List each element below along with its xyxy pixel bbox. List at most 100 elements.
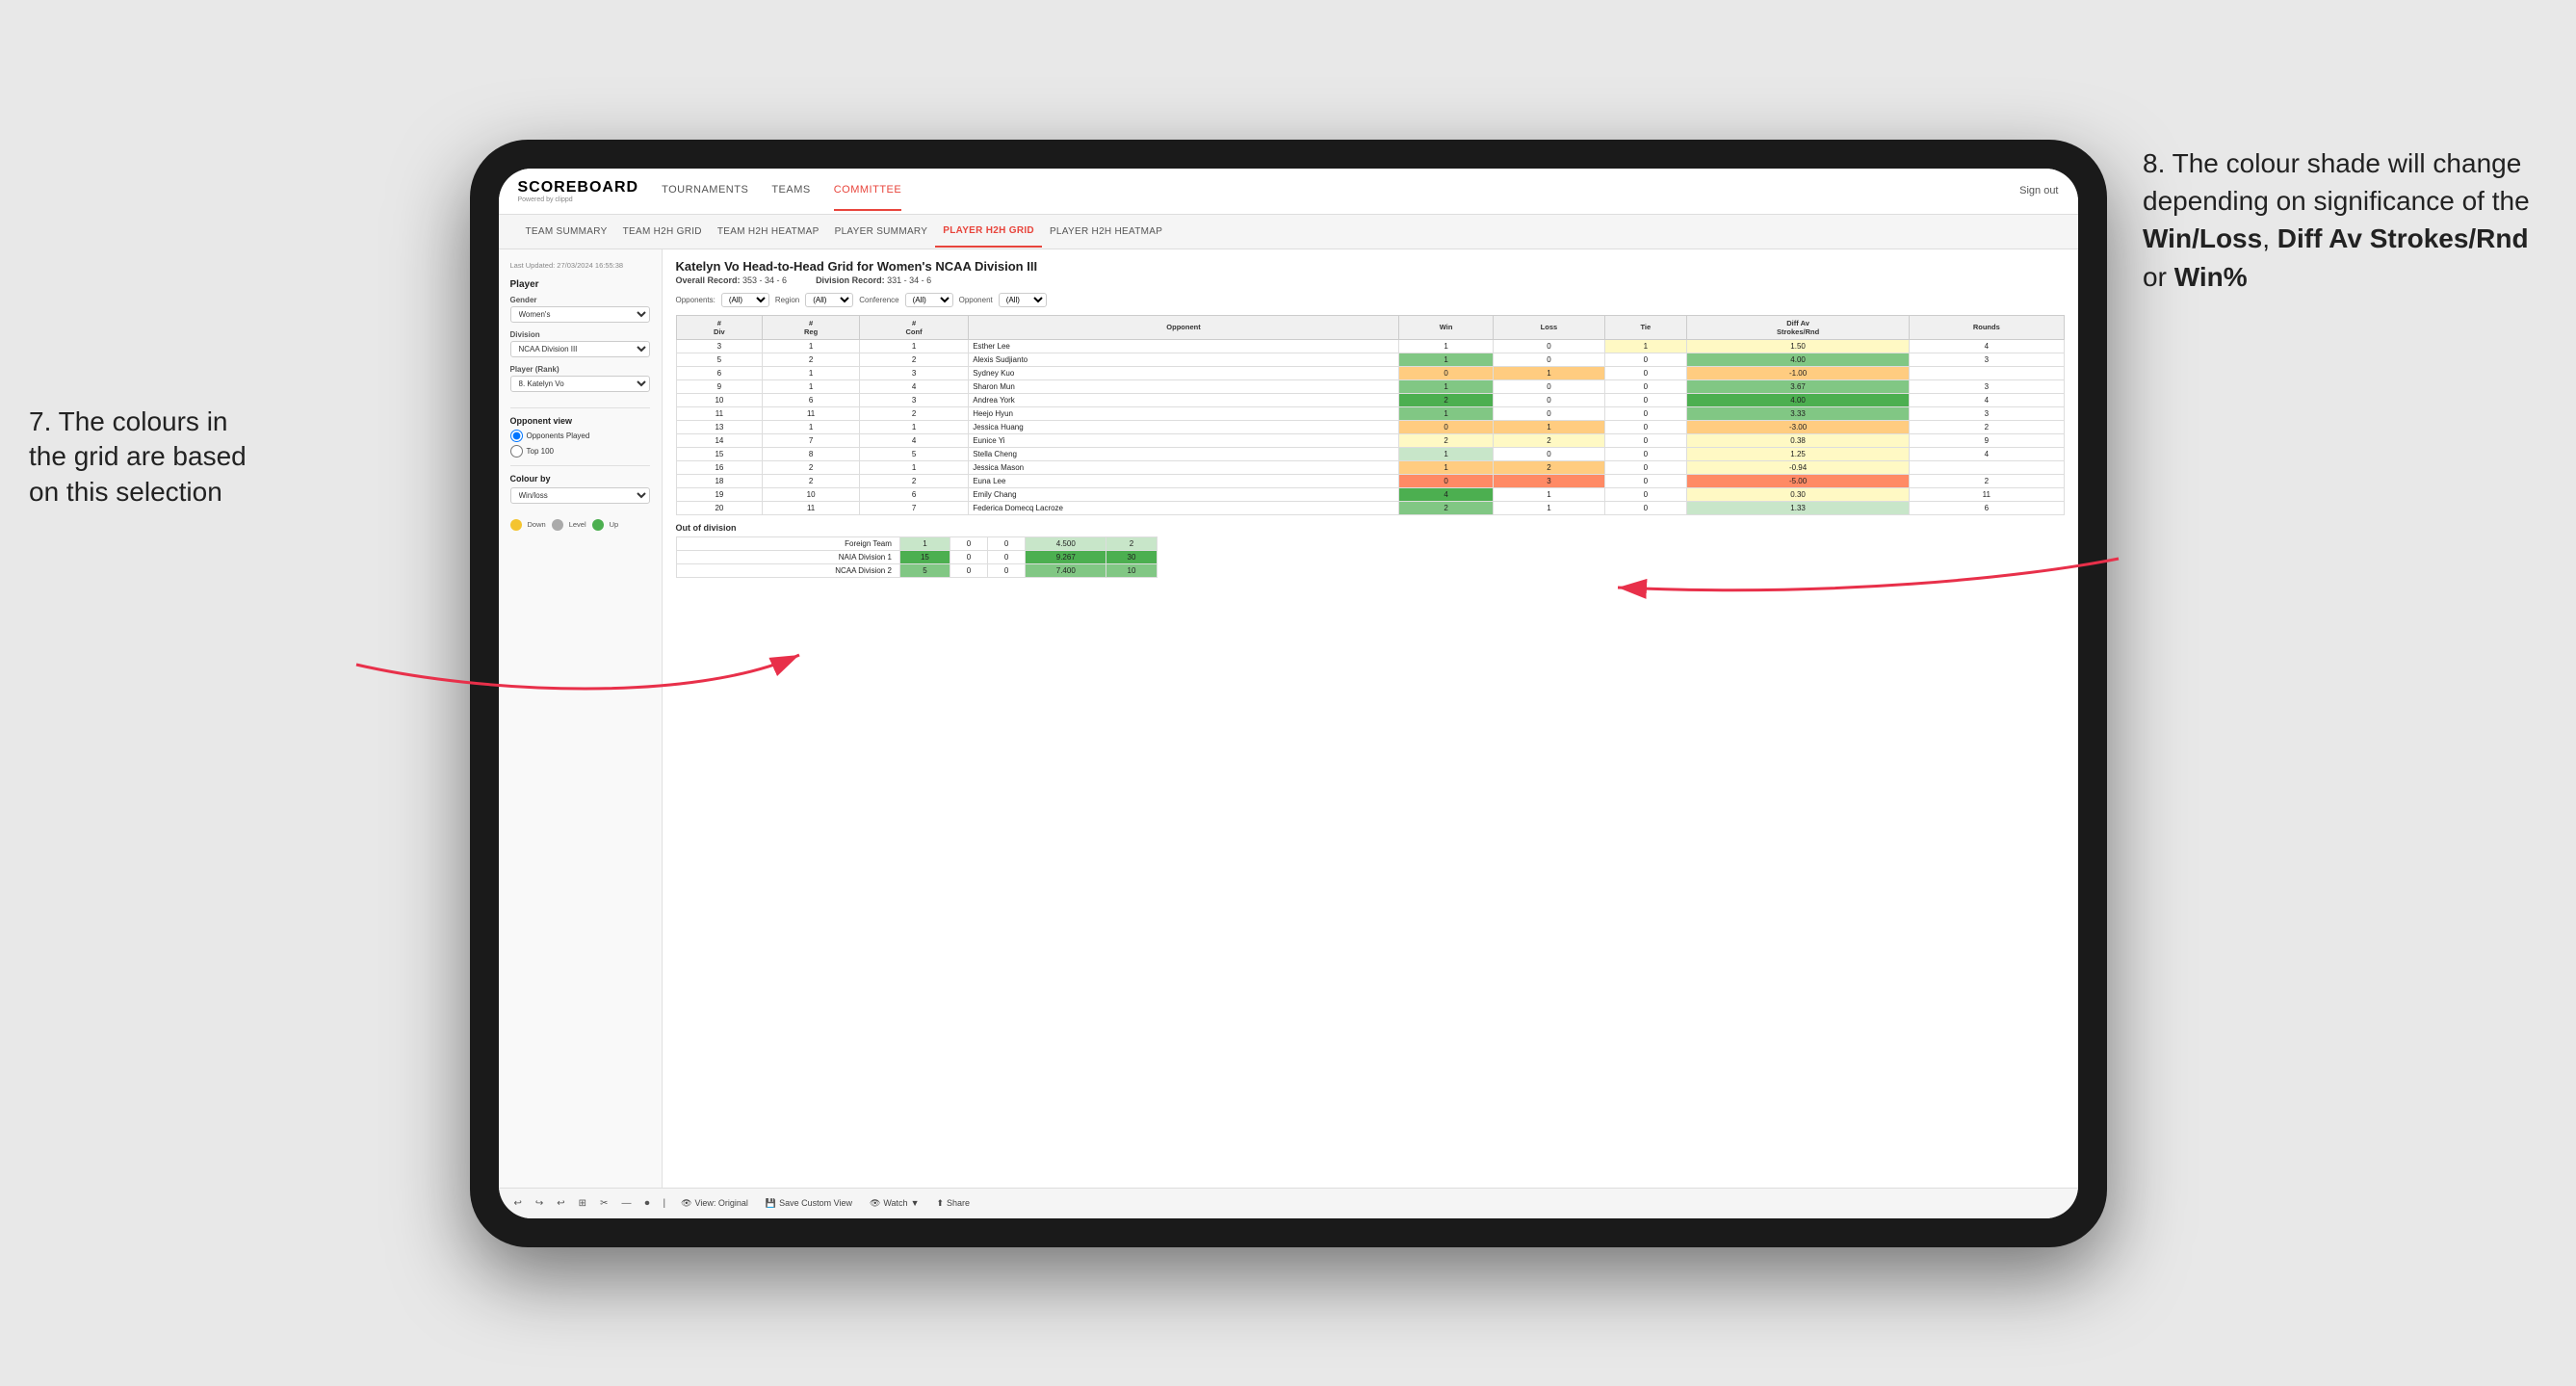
view-icon: 👁 (681, 1198, 691, 1209)
filters-row: Opponents: (All) Region (All) Conference… (676, 293, 2065, 307)
nav-tournaments[interactable]: TOURNAMENTS (662, 170, 748, 211)
sub-nav: TEAM SUMMARY TEAM H2H GRID TEAM H2H HEAT… (499, 215, 2078, 249)
table-row: 20117 Federica Domecq Lacroze 2 1 0 1.33… (676, 501, 2064, 514)
toolbar-dash[interactable]: — (617, 1196, 635, 1211)
annotation-left: 7. The colours in the grid are based on … (29, 405, 247, 510)
grid-area: Katelyn Vo Head-to-Head Grid for Women's… (663, 249, 2078, 1188)
legend-dot-up (592, 519, 604, 531)
sign-out-link[interactable]: Sign out (2019, 185, 2058, 196)
tab-team-h2h-grid[interactable]: TEAM H2H GRID (615, 217, 710, 247)
table-row: 1474 Eunice Yi 2 2 0 0.38 9 (676, 433, 2064, 447)
table-row: 1822 Euna Lee 0 3 0 -5.00 2 (676, 474, 2064, 487)
radio-group: Opponents Played Top 100 (510, 430, 650, 458)
player-rank-label: Player (Rank) (510, 365, 650, 374)
toolbar-grid-icon[interactable]: ⊞ (575, 1196, 590, 1211)
legend-dot-down (510, 519, 522, 531)
colour-legend: Down Level Up (510, 519, 650, 531)
sidebar-player-title: Player (510, 279, 650, 290)
table-row: 311 Esther Lee 1 0 1 1.50 4 (676, 339, 2064, 353)
annotation-right: 8. The colour shade will change dependin… (2143, 144, 2547, 296)
table-row: 1311 Jessica Huang 0 1 0 -3.00 2 (676, 420, 2064, 433)
filter-conference[interactable]: (All) (905, 293, 953, 307)
gender-select[interactable]: Women's Men's (510, 306, 650, 323)
table-row: 914 Sharon Mun 1 0 0 3.67 3 (676, 379, 2064, 393)
table-row: NCAA Division 2 5 0 0 7.400 10 (676, 563, 1157, 577)
col-loss: Loss (1494, 315, 1604, 339)
opponent-view-title: Opponent view (510, 416, 650, 426)
bottom-toolbar: ↩ ↪ ↩ ⊞ ✂ — ⏺ | 👁 View: Original 💾 Save … (499, 1188, 2078, 1218)
top-nav-links: TOURNAMENTS TEAMS COMMITTEE (662, 170, 2019, 211)
radio-opponents-played[interactable]: Opponents Played (510, 430, 650, 442)
radio-top100[interactable]: Top 100 (510, 445, 650, 458)
col-div: #Div (676, 315, 763, 339)
legend-label-up: Up (610, 520, 619, 529)
table-row: 1063 Andrea York 2 0 0 4.00 4 (676, 393, 2064, 406)
table-row: 1621 Jessica Mason 1 2 0 -0.94 (676, 460, 2064, 474)
logo: SCOREBOARD Powered by clippd (518, 179, 643, 203)
col-opponent: Opponent (969, 315, 1399, 339)
grid-records: Overall Record: 353 - 34 - 6 Division Re… (676, 275, 2065, 285)
table-row: 522 Alexis Sudjianto 1 0 0 4.00 3 (676, 353, 2064, 366)
legend-label-down: Down (528, 520, 546, 529)
col-rounds: Rounds (1910, 315, 2064, 339)
out-of-division-table: Foreign Team 1 0 0 4.500 2 NAIA Division… (676, 536, 1158, 578)
annotation-left-line3: on this selection (29, 477, 222, 507)
watch-icon: 👁 (870, 1198, 880, 1209)
tablet-screen: SCOREBOARD Powered by clippd TOURNAMENTS… (499, 169, 2078, 1218)
top-nav-right: Sign out (2019, 185, 2058, 196)
col-win: Win (1398, 315, 1494, 339)
sidebar-timestamp: Last Updated: 27/03/2024 16:55:38 (510, 261, 650, 270)
out-of-division-header: Out of division (676, 523, 2065, 533)
toolbar-sep: | (659, 1196, 669, 1211)
table-row: NAIA Division 1 15 0 0 9.267 30 (676, 550, 1157, 563)
toolbar-undo[interactable]: ↩ (510, 1196, 526, 1211)
colour-by-title: Colour by (510, 474, 650, 484)
filter-region[interactable]: (All) (805, 293, 853, 307)
col-diff: Diff AvStrokes/Rnd (1687, 315, 1910, 339)
col-conf: #Conf (859, 315, 968, 339)
toolbar-save-custom[interactable]: 💾 Save Custom View (760, 1196, 858, 1211)
filter-opponent[interactable]: (All) (999, 293, 1047, 307)
filter-opponents[interactable]: (All) (721, 293, 769, 307)
legend-label-level: Level (569, 520, 586, 529)
tab-team-h2h-heatmap[interactable]: TEAM H2H HEATMAP (710, 217, 827, 247)
division-record: Division Record: 331 - 34 - 6 (816, 275, 931, 285)
table-row: Foreign Team 1 0 0 4.500 2 (676, 536, 1157, 550)
tab-player-h2h-heatmap[interactable]: PLAYER H2H HEATMAP (1042, 217, 1170, 247)
col-reg: #Reg (763, 315, 860, 339)
sidebar: Last Updated: 27/03/2024 16:55:38 Player… (499, 249, 663, 1188)
table-row: 613 Sydney Kuo 0 1 0 -1.00 (676, 366, 2064, 379)
table-row: 11112 Heejo Hyun 1 0 0 3.33 3 (676, 406, 2064, 420)
toolbar-record[interactable]: ⏺ (640, 1196, 653, 1211)
legend-dot-level (552, 519, 563, 531)
toolbar-scissors[interactable]: ✂ (596, 1196, 611, 1211)
toolbar-watch[interactable]: 👁 Watch ▼ (864, 1196, 925, 1211)
tab-player-h2h-grid[interactable]: PLAYER H2H GRID (935, 216, 1042, 248)
player-rank-select[interactable]: 8. Katelyn Vo (510, 376, 650, 392)
toolbar-share[interactable]: ⬆ Share (930, 1196, 976, 1211)
tab-team-summary[interactable]: TEAM SUMMARY (518, 217, 615, 247)
division-label: Division (510, 330, 650, 339)
grid-title: Katelyn Vo Head-to-Head Grid for Women's… (676, 259, 2065, 274)
col-tie: Tie (1604, 315, 1687, 339)
toolbar-redo[interactable]: ↪ (532, 1196, 547, 1211)
table-row: 19106 Emily Chang 4 1 0 0.30 11 (676, 487, 2064, 501)
toolbar-view-original[interactable]: 👁 View: Original (675, 1196, 754, 1211)
toolbar-undo2[interactable]: ↩ (553, 1196, 568, 1211)
nav-committee[interactable]: COMMITTEE (834, 170, 902, 211)
nav-teams[interactable]: TEAMS (771, 170, 810, 211)
overall-record: Overall Record: 353 - 34 - 6 (676, 275, 788, 285)
top-nav: SCOREBOARD Powered by clippd TOURNAMENTS… (499, 169, 2078, 215)
table-row: 1585 Stella Cheng 1 0 0 1.25 4 (676, 447, 2064, 460)
share-icon: ⬆ (936, 1198, 944, 1209)
tab-player-summary[interactable]: PLAYER SUMMARY (827, 217, 936, 247)
main-content: Last Updated: 27/03/2024 16:55:38 Player… (499, 249, 2078, 1188)
colour-by-select[interactable]: Win/loss Diff Av Strokes/Rnd Win% (510, 487, 650, 504)
data-table: #Div #Reg #Conf Opponent Win Loss Tie Di… (676, 315, 2065, 515)
annotation-left-line2: the grid are based (29, 441, 247, 471)
tablet-frame: SCOREBOARD Powered by clippd TOURNAMENTS… (470, 140, 2107, 1247)
annotation-left-line1: 7. The colours in (29, 406, 228, 436)
division-select[interactable]: NCAA Division III NCAA Division I NCAA D… (510, 341, 650, 357)
save-icon: 💾 (766, 1198, 776, 1209)
gender-label: Gender (510, 296, 650, 304)
